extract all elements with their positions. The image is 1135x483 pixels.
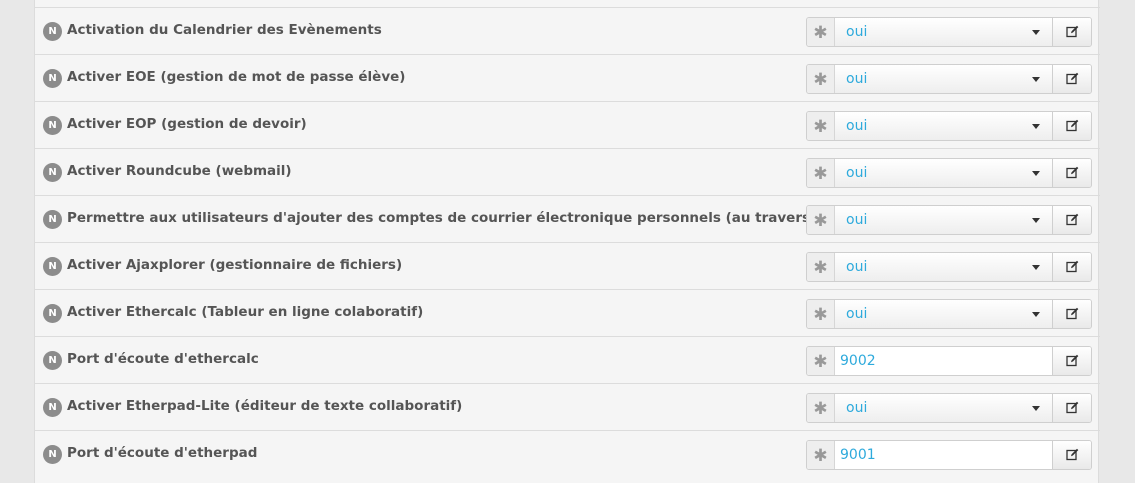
setting-row: N Port d'écoute d'etherpad ✱ 9001 bbox=[35, 430, 1100, 477]
caret-down-icon[interactable] bbox=[1032, 312, 1040, 317]
mode-badge: N bbox=[43, 351, 62, 370]
setting-value[interactable]: oui bbox=[846, 300, 867, 328]
setting-value[interactable]: oui bbox=[846, 112, 867, 140]
setting-value[interactable]: oui bbox=[846, 18, 867, 46]
setting-row: N Activer Roundcube (webmail) ✱ oui bbox=[35, 148, 1100, 195]
edit-icon bbox=[1066, 166, 1079, 179]
setting-value[interactable]: 9001 bbox=[840, 441, 876, 469]
edit-icon bbox=[1066, 25, 1079, 38]
edit-button[interactable] bbox=[1052, 112, 1091, 140]
edit-button[interactable] bbox=[1052, 253, 1091, 281]
asterisk-icon: ✱ bbox=[807, 347, 835, 375]
mode-badge: N bbox=[43, 304, 62, 323]
setting-select[interactable]: ✱ oui bbox=[806, 17, 1092, 47]
setting-select[interactable]: ✱ oui bbox=[806, 393, 1092, 423]
setting-label: Activer Ethercalc (Tableur en ligne cola… bbox=[67, 304, 424, 320]
setting-label: Activer EOP (gestion de devoir) bbox=[67, 116, 307, 132]
settings-panel: N Activation du Calendrier des Evènement… bbox=[34, 0, 1100, 483]
caret-down-icon[interactable] bbox=[1032, 406, 1040, 411]
setting-input[interactable]: ✱ 9002 bbox=[806, 346, 1092, 376]
setting-input[interactable]: ✱ 9001 bbox=[806, 440, 1092, 470]
caret-down-icon[interactable] bbox=[1032, 171, 1040, 176]
edit-icon bbox=[1066, 213, 1079, 226]
edit-button[interactable] bbox=[1052, 441, 1091, 469]
setting-label: Port d'écoute d'ethercalc bbox=[67, 351, 259, 367]
setting-label: Activer EOE (gestion de mot de passe élè… bbox=[67, 69, 406, 85]
asterisk-icon: ✱ bbox=[807, 159, 835, 187]
asterisk-icon: ✱ bbox=[807, 65, 835, 93]
mode-badge: N bbox=[43, 69, 62, 88]
setting-row: N Activer Etherpad-Lite (éditeur de text… bbox=[35, 383, 1100, 430]
edit-button[interactable] bbox=[1052, 18, 1091, 46]
setting-value[interactable]: oui bbox=[846, 65, 867, 93]
edit-icon bbox=[1066, 401, 1079, 414]
setting-select[interactable]: ✱ oui bbox=[806, 205, 1092, 235]
caret-down-icon[interactable] bbox=[1032, 30, 1040, 35]
edit-button[interactable] bbox=[1052, 394, 1091, 422]
setting-row: N Activer Ethercalc (Tableur en ligne co… bbox=[35, 289, 1100, 336]
setting-row: N Activation du Calendrier des Evènement… bbox=[35, 7, 1100, 54]
setting-value[interactable]: 9002 bbox=[840, 347, 876, 375]
setting-row: N Activer EOP (gestion de devoir) ✱ oui bbox=[35, 101, 1100, 148]
asterisk-icon: ✱ bbox=[807, 300, 835, 328]
setting-row: N Activer Ajaxplorer (gestionnaire de fi… bbox=[35, 242, 1100, 289]
mode-badge: N bbox=[43, 22, 62, 41]
edit-icon bbox=[1066, 307, 1079, 320]
mode-badge: N bbox=[43, 398, 62, 417]
setting-row: N Activer EOE (gestion de mot de passe é… bbox=[35, 54, 1100, 101]
edit-icon bbox=[1066, 448, 1079, 461]
mode-badge: N bbox=[43, 163, 62, 182]
edit-icon bbox=[1066, 354, 1079, 367]
setting-label: Activer Ajaxplorer (gestionnaire de fich… bbox=[67, 257, 403, 273]
setting-select[interactable]: ✱ oui bbox=[806, 252, 1092, 282]
mode-badge: N bbox=[43, 445, 62, 464]
setting-row: N Permettre aux utilisateurs d'ajouter d… bbox=[35, 195, 1100, 242]
mode-badge: N bbox=[43, 210, 62, 229]
setting-label: Activation du Calendrier des Evènements bbox=[67, 22, 382, 38]
mode-badge: N bbox=[43, 257, 62, 276]
asterisk-icon: ✱ bbox=[807, 18, 835, 46]
asterisk-icon: ✱ bbox=[807, 112, 835, 140]
edit-button[interactable] bbox=[1052, 65, 1091, 93]
edit-icon bbox=[1066, 260, 1079, 273]
caret-down-icon[interactable] bbox=[1032, 77, 1040, 82]
setting-label: Activer Roundcube (webmail) bbox=[67, 163, 292, 179]
setting-select[interactable]: ✱ oui bbox=[806, 299, 1092, 329]
setting-value[interactable]: oui bbox=[846, 394, 867, 422]
setting-value[interactable]: oui bbox=[846, 253, 867, 281]
edit-button[interactable] bbox=[1052, 347, 1091, 375]
edit-icon bbox=[1066, 119, 1079, 132]
caret-down-icon[interactable] bbox=[1032, 124, 1040, 129]
asterisk-icon: ✱ bbox=[807, 394, 835, 422]
edit-button[interactable] bbox=[1052, 206, 1091, 234]
setting-value[interactable]: oui bbox=[846, 159, 867, 187]
caret-down-icon[interactable] bbox=[1032, 265, 1040, 270]
setting-select[interactable]: ✱ oui bbox=[806, 64, 1092, 94]
asterisk-icon: ✱ bbox=[807, 206, 835, 234]
edit-button[interactable] bbox=[1052, 300, 1091, 328]
setting-label: Activer Etherpad-Lite (éditeur de texte … bbox=[67, 398, 463, 414]
setting-value[interactable]: oui bbox=[846, 206, 867, 234]
setting-select[interactable]: ✱ oui bbox=[806, 158, 1092, 188]
caret-down-icon[interactable] bbox=[1032, 218, 1040, 223]
asterisk-icon: ✱ bbox=[807, 253, 835, 281]
mode-badge: N bbox=[43, 116, 62, 135]
edit-icon bbox=[1066, 72, 1079, 85]
setting-row: N Port d'écoute d'ethercalc ✱ 9002 bbox=[35, 336, 1100, 383]
setting-select[interactable]: ✱ oui bbox=[806, 111, 1092, 141]
setting-label: Port d'écoute d'etherpad bbox=[67, 445, 258, 461]
edit-button[interactable] bbox=[1052, 159, 1091, 187]
asterisk-icon: ✱ bbox=[807, 441, 835, 469]
